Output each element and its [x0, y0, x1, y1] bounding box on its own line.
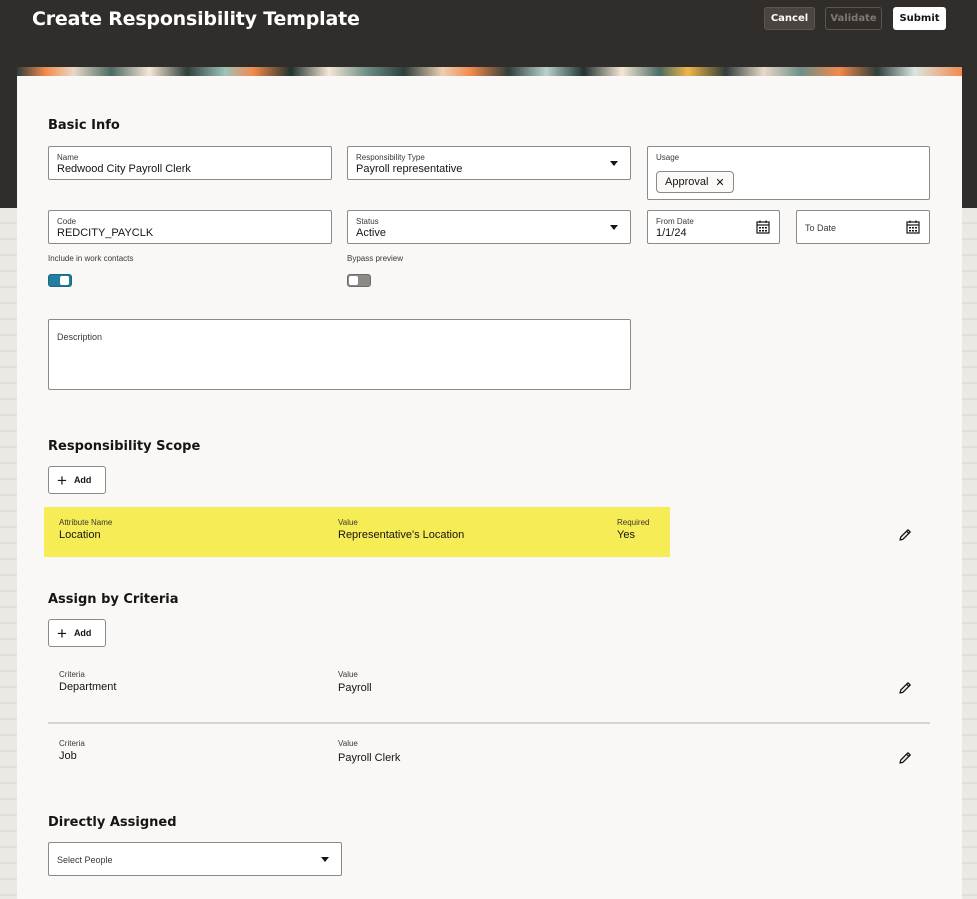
to-date-field[interactable]: To Date	[796, 210, 930, 244]
criteria-header: Criteria	[59, 670, 85, 679]
code-label: Code	[57, 217, 77, 226]
plus-icon: +	[57, 623, 67, 643]
toggle-knob	[60, 276, 69, 285]
scope-value-value: Representative's Location	[338, 529, 465, 541]
cancel-button[interactable]: Cancel	[764, 7, 815, 30]
from-date-label: From Date	[656, 217, 694, 226]
code-field[interactable]: Code REDCITY_PAYCLK	[48, 210, 332, 244]
attribute-name-header: Attribute Name	[59, 518, 113, 527]
add-criteria-label: Add	[73, 628, 92, 638]
usage-field[interactable]: Usage Approval ✕	[647, 146, 930, 200]
basic-info-title: Basic Info	[48, 118, 120, 133]
edit-icon[interactable]	[898, 528, 912, 542]
chevron-down-icon[interactable]	[321, 857, 329, 862]
required-header: Required	[617, 518, 650, 527]
status-value: Active	[356, 227, 386, 239]
calendar-icon[interactable]	[756, 220, 770, 234]
criteria-value-value: Payroll	[338, 682, 372, 694]
status-select[interactable]: Status Active	[347, 210, 631, 244]
select-people-dropdown[interactable]: Select People	[48, 842, 342, 876]
responsibility-scope-title: Responsibility Scope	[48, 439, 201, 454]
include-work-contacts-toggle[interactable]	[48, 274, 72, 287]
plus-icon: +	[57, 470, 67, 490]
criteria-value-header: Value	[338, 739, 358, 748]
name-field[interactable]: Name Redwood City Payroll Clerk	[48, 146, 332, 180]
close-icon[interactable]: ✕	[715, 176, 724, 189]
attribute-name-value: Location	[59, 529, 101, 541]
usage-label: Usage	[656, 153, 680, 162]
responsibility-type-select[interactable]: Responsibility Type Payroll representati…	[347, 146, 631, 180]
edit-icon[interactable]	[898, 681, 912, 695]
from-date-value: 1/1/24	[656, 227, 687, 239]
add-scope-label: Add	[73, 475, 92, 485]
submit-button[interactable]: Submit	[893, 7, 946, 30]
directly-assigned-title: Directly Assigned	[48, 815, 177, 830]
validate-button[interactable]: Validate	[825, 7, 882, 30]
scope-value-header: Value	[338, 518, 358, 527]
select-people-placeholder: Select People	[57, 855, 113, 865]
required-value: Yes	[617, 529, 635, 541]
form-panel: Basic Info Name Redwood City Payroll Cle…	[17, 76, 962, 899]
decorative-banner	[17, 67, 962, 76]
include-work-contacts-label: Include in work contacts	[48, 254, 134, 263]
criteria-value: Job	[59, 750, 77, 762]
status-label: Status	[356, 217, 379, 226]
edit-icon[interactable]	[898, 751, 912, 765]
name-label: Name	[57, 153, 79, 162]
criteria-value-value: Payroll Clerk	[338, 752, 401, 764]
add-criteria-button[interactable]: + Add	[48, 619, 106, 647]
from-date-field[interactable]: From Date 1/1/24	[647, 210, 780, 244]
code-value: REDCITY_PAYCLK	[57, 227, 154, 239]
description-textarea[interactable]: Description	[48, 319, 631, 390]
responsibility-type-value: Payroll representative	[356, 163, 463, 175]
add-scope-button[interactable]: + Add	[48, 466, 106, 494]
criteria-value-header: Value	[338, 670, 358, 679]
usage-chip-label: Approval	[665, 176, 709, 188]
bypass-preview-label: Bypass preview	[347, 254, 404, 263]
description-label: Description	[57, 332, 103, 342]
row-divider	[48, 722, 930, 724]
to-date-label: To Date	[805, 223, 837, 233]
chevron-down-icon[interactable]	[610, 161, 618, 166]
calendar-icon[interactable]	[906, 220, 920, 234]
bypass-preview-toggle[interactable]	[347, 274, 371, 287]
name-value: Redwood City Payroll Clerk	[57, 163, 191, 175]
usage-chip[interactable]: Approval ✕	[656, 171, 734, 193]
responsibility-type-label: Responsibility Type	[356, 153, 425, 162]
criteria-header: Criteria	[59, 739, 85, 748]
scope-row[interactable]: Attribute Name Location Value Representa…	[44, 507, 670, 557]
toggle-knob	[349, 276, 358, 285]
assign-by-criteria-title: Assign by Criteria	[48, 592, 179, 607]
chevron-down-icon[interactable]	[610, 225, 618, 230]
criteria-value: Department	[59, 681, 117, 693]
page-title: Create Responsibility Template	[32, 8, 360, 30]
